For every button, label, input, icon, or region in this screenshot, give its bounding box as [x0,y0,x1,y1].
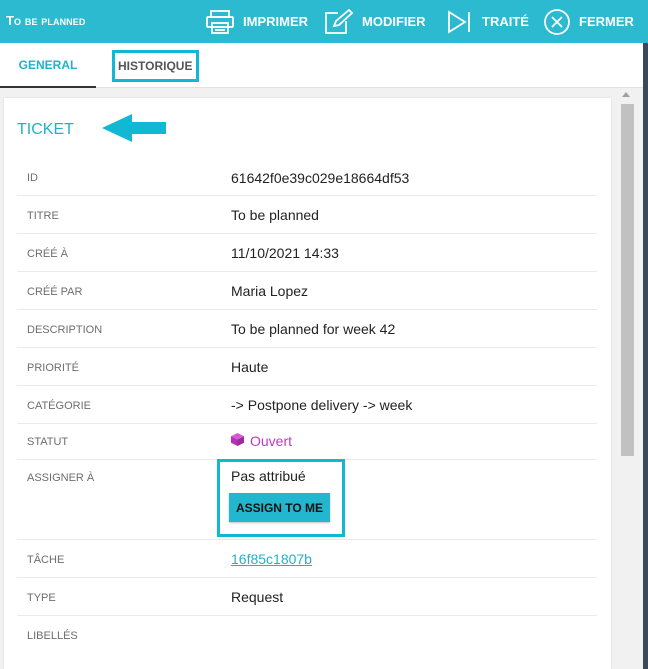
tab-general[interactable]: GENERAL [0,43,96,88]
field-label: Créé par [27,286,83,298]
field-value: 61642f0e39c029e18664df53 [231,170,410,186]
field-row-created-at: Créé à 11/10/2021 14:33 [17,234,597,272]
field-label: Titre [27,210,59,222]
scroll-up-icon[interactable] [622,92,630,97]
scrollbar-thumb[interactable] [621,104,634,456]
skip-forward-icon [446,9,474,35]
arrow-left-icon [102,114,172,147]
task-link[interactable]: 16f85c1807b [231,551,312,567]
close-button[interactable]: FERMER [543,0,634,43]
field-value: 11/10/2021 14:33 [231,245,339,261]
field-label: Priorité [27,362,79,374]
print-button-label: IMPRIMER [243,14,308,29]
assign-highlight-box [217,459,345,537]
field-row-category: Catégorie -> Postpone delivery -> week [17,386,597,424]
ticket-title: To be planned [6,13,86,28]
field-row-labels: Libellés [17,616,597,654]
field-label: ID [27,172,38,184]
done-button[interactable]: TRAITÉ [446,0,529,43]
cube-icon [231,433,244,449]
section-title: TICKET [17,121,74,138]
field-row-task: Tâche 16f85c1807b [17,540,597,578]
field-row-status: Statut Ouvert [17,424,597,460]
tab-bar: GENERAL HISTORIQUE [0,43,648,88]
field-label: Tâche [27,554,65,566]
field-label: Type [27,592,56,604]
field-row-id: ID 61642f0e39c029e18664df53 [17,158,597,196]
field-label: Créé à [27,248,68,260]
edit-icon [322,8,354,35]
printer-icon [205,9,235,35]
done-button-label: TRAITÉ [482,14,529,29]
field-row-description: Description To be planned for week 42 [17,310,597,348]
field-label: Libellés [27,630,78,642]
field-label: Assigner à [27,472,95,484]
field-value: -> Postpone delivery -> week [231,397,413,413]
field-row-title: Titre To be planned [17,196,597,234]
historique-highlight-box [112,50,199,82]
field-value: Maria Lopez [231,283,309,299]
field-label: Statut [27,436,69,448]
edit-button[interactable]: MODIFIER [322,0,426,43]
edit-button-label: MODIFIER [362,14,426,29]
field-value: To be planned [231,207,319,223]
field-label: Catégorie [27,400,91,412]
print-button[interactable]: IMPRIMER [205,0,308,43]
status-badge: Ouvert [231,433,292,449]
top-bar: To be planned IMPRIMER MODIFIER TRAITÉ F… [0,0,648,43]
field-row-priority: Priorité Haute [17,348,597,386]
close-circle-icon [543,8,571,36]
ticket-panel: TICKET ID 61642f0e39c029e18664df53 Titre… [4,98,611,669]
field-row-created-by: Créé par Maria Lopez [17,272,597,310]
window-edge [643,43,648,669]
field-row-type: Type Request [17,578,597,616]
field-value: Request [231,589,284,605]
field-value: To be planned for week 42 [231,321,396,337]
field-value: Haute [231,359,269,375]
field-label: Description [27,324,103,336]
status-text: Ouvert [250,433,293,449]
close-button-label: FERMER [579,14,634,29]
